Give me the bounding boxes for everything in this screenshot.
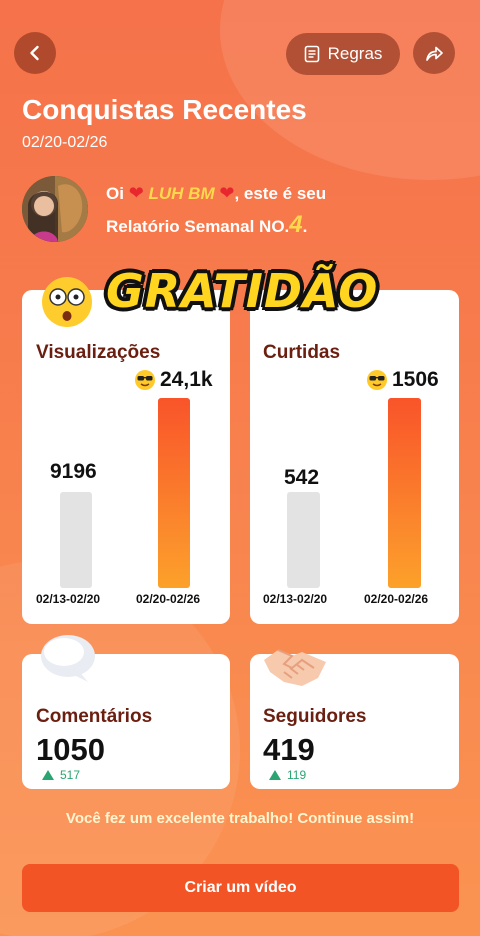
heart-icon: ❤ (128, 183, 144, 203)
views-previous-bar (60, 492, 92, 588)
comments-delta: 517 (42, 768, 80, 782)
handshake-icon (264, 649, 326, 686)
up-arrow-icon (269, 770, 281, 780)
likes-current-value: 1506 (366, 368, 439, 392)
likes-previous-bar (287, 492, 320, 588)
likes-prev-period: 02/13-02/20 (263, 592, 328, 606)
views-title: Visualizações (36, 342, 161, 363)
views-previous-value: 9196 (50, 460, 97, 483)
comments-title: Comentários (36, 706, 153, 727)
sunglasses-face-icon (367, 370, 387, 390)
likes-previous-value: 542 (284, 466, 320, 489)
followers-title: Seguidores (263, 706, 367, 727)
speech-bubble-icon (41, 635, 95, 682)
document-icon (304, 45, 319, 63)
views-card: Visualizações 24,1k 9196 02/13-02/20 02/… (22, 290, 230, 624)
views-current-value: 24,1k (134, 368, 213, 392)
greeting-line-2: Relatório Semanal NO.4. (106, 211, 308, 238)
sunglasses-face-icon (135, 370, 155, 390)
gratitude-overlay-text: GRATIDÃO (106, 264, 379, 318)
date-range: 02/20-02/26 (22, 134, 108, 151)
rules-button[interactable]: Regras (286, 33, 400, 75)
likes-title: Curtidas (263, 342, 341, 363)
surprised-face-icon (42, 277, 92, 327)
views-current-bar (158, 398, 190, 588)
comments-value: 1050 (36, 732, 105, 767)
rules-label: Regras (327, 44, 383, 63)
greeting-line-1: Oi ❤ LUH BM ❤, este é seu (106, 183, 327, 203)
chevron-left-icon (30, 45, 39, 61)
avatar (22, 176, 88, 242)
background-curve (220, 0, 480, 180)
heart-icon: ❤ (219, 183, 235, 203)
create-video-button[interactable]: Criar um vídeo (22, 864, 459, 912)
views-curr-period: 02/20-02/26 (136, 592, 201, 606)
page-title: Conquistas Recentes (22, 94, 307, 125)
views-prev-period: 02/13-02/20 (36, 592, 101, 606)
likes-card: Curtidas 1506 542 02/13-02/20 02/20-02/2… (250, 290, 459, 624)
user-name: LUH BM (148, 184, 215, 203)
back-button[interactable] (14, 32, 56, 74)
greeting-text: Oi ❤ LUH BM ❤, este é seu Relatório Sema… (106, 178, 326, 242)
likes-current-bar (388, 398, 421, 588)
likes-curr-period: 02/20-02/26 (364, 592, 429, 606)
comments-card: Comentários 1050 517 (22, 635, 230, 789)
up-arrow-icon (42, 770, 54, 780)
share-button[interactable] (413, 32, 455, 74)
encouragement-message: Você fez um excelente trabalho! Continue… (65, 810, 415, 827)
followers-card: Seguidores 419 119 (250, 649, 459, 789)
report-number: 4 (289, 211, 303, 238)
followers-delta: 119 (269, 768, 306, 782)
followers-value: 419 (263, 732, 315, 767)
share-icon (426, 46, 443, 61)
